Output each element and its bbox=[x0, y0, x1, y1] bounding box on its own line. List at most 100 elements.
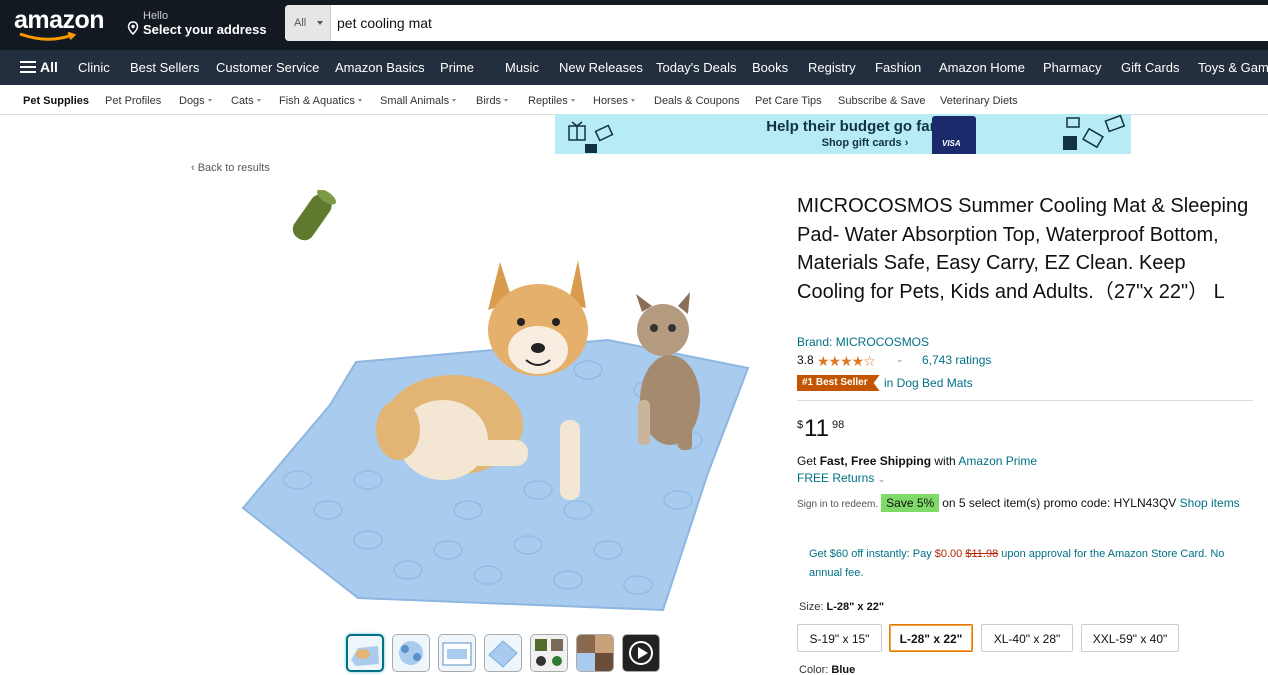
thumbnail-image bbox=[351, 646, 379, 666]
rating-value: 3.8 bbox=[797, 353, 814, 367]
promo-signin-text: Sign in to redeem. bbox=[797, 499, 879, 510]
thumbnail-6[interactable] bbox=[576, 634, 614, 672]
shipping-fast-free: Fast, Free Shipping bbox=[819, 454, 932, 468]
nav-item-prime[interactable]: Prime bbox=[440, 60, 474, 75]
top-header: amazon Hello Select your address All bbox=[0, 0, 1268, 50]
location-pin-icon bbox=[127, 21, 139, 35]
thumbnail-4[interactable] bbox=[484, 634, 522, 672]
thumbnail-2[interactable] bbox=[392, 634, 430, 672]
size-option-xl[interactable]: XL-40" x 28" bbox=[981, 624, 1073, 652]
divider bbox=[797, 400, 1253, 401]
nav-item-customer-service[interactable]: Customer Service bbox=[216, 60, 319, 75]
category-subnav: Pet Supplies Pet Profiles Dogs Cats Fish… bbox=[0, 85, 1268, 115]
nav-item-amazon-home[interactable]: Amazon Home bbox=[939, 60, 1025, 75]
chevron-down-icon[interactable]: ⌄ bbox=[896, 354, 904, 365]
subnav-pet-profiles[interactable]: Pet Profiles bbox=[105, 95, 161, 107]
size-label: Size: L-28" x 22" bbox=[799, 601, 884, 613]
thumbnail-1[interactable] bbox=[346, 634, 384, 672]
subnav-fish-label: Fish & Aquatics bbox=[279, 95, 355, 107]
video-thumbnail[interactable] bbox=[622, 634, 660, 672]
thumbnail-image bbox=[442, 642, 472, 666]
location-address: Select your address bbox=[143, 22, 267, 37]
color-label: Color: Blue bbox=[799, 664, 855, 675]
subnav-cats[interactable]: Cats bbox=[231, 95, 261, 107]
visa-gift-card-image: VISA bbox=[932, 116, 976, 154]
back-to-results-link[interactable]: ‹ Back to results bbox=[191, 162, 270, 174]
product-main-image[interactable] bbox=[238, 190, 768, 620]
subnav-birds[interactable]: Birds bbox=[476, 95, 509, 107]
nav-item-fashion[interactable]: Fashion bbox=[875, 60, 921, 75]
nav-item-pharmacy[interactable]: Pharmacy bbox=[1043, 60, 1102, 75]
subnav-reptiles[interactable]: Reptiles bbox=[528, 95, 575, 107]
promo-offer: Sign in to redeem. Save 5% on 5 select ite… bbox=[797, 494, 1247, 514]
subnav-dogs[interactable]: Dogs bbox=[179, 95, 212, 107]
subnav-horses[interactable]: Horses bbox=[593, 95, 635, 107]
dropdown-caret-icon bbox=[630, 99, 635, 102]
dropdown-caret-icon bbox=[357, 99, 362, 102]
free-returns-link[interactable]: FREE Returns ⌄ bbox=[797, 471, 885, 485]
nav-item-new-releases[interactable]: New Releases bbox=[559, 60, 643, 75]
banner-cta[interactable]: Shop gift cards › bbox=[555, 137, 1131, 149]
subnav-birds-label: Birds bbox=[476, 95, 502, 107]
subnav-pet-supplies[interactable]: Pet Supplies bbox=[23, 95, 89, 107]
subnav-fish-aquatics[interactable]: Fish & Aquatics bbox=[279, 95, 362, 107]
subnav-small-animals-label: Small Animals bbox=[380, 95, 450, 107]
nav-item-amazon-basics[interactable]: Amazon Basics bbox=[335, 60, 425, 75]
subnav-dogs-label: Dogs bbox=[179, 95, 205, 107]
store-offer-prefix: Get $60 off instantly: Pay bbox=[809, 548, 935, 560]
subnav-pet-care-tips[interactable]: Pet Care Tips bbox=[755, 95, 822, 107]
nav-item-clinic[interactable]: Clinic bbox=[78, 60, 110, 75]
subnav-small-animals[interactable]: Small Animals bbox=[380, 95, 457, 107]
search-input[interactable] bbox=[337, 5, 1237, 41]
size-option-l[interactable]: L-28" x 22" bbox=[889, 624, 973, 652]
color-label-prefix: Color: bbox=[799, 664, 832, 675]
subnav-deals-coupons[interactable]: Deals & Coupons bbox=[654, 95, 740, 107]
nav-item-music[interactable]: Music bbox=[505, 60, 539, 75]
thumbnail-3[interactable] bbox=[438, 634, 476, 672]
price-symbol: $ bbox=[797, 419, 804, 431]
thumbnail-image bbox=[399, 641, 423, 665]
subnav-subscribe-save[interactable]: Subscribe & Save bbox=[838, 95, 925, 107]
all-menu-button[interactable]: All bbox=[20, 59, 58, 75]
thumbnail-image bbox=[577, 635, 613, 671]
shipping-prefix: Get bbox=[797, 454, 820, 468]
amazon-smile-icon bbox=[19, 32, 77, 41]
nav-item-best-sellers[interactable]: Best Sellers bbox=[130, 60, 199, 75]
hamburger-menu-icon bbox=[20, 61, 36, 73]
dropdown-caret-icon bbox=[256, 99, 261, 102]
gift-box-icon bbox=[1063, 114, 1126, 150]
ratings-count-link[interactable]: 6,743 ratings bbox=[922, 353, 991, 367]
nav-item-books[interactable]: Books bbox=[752, 60, 788, 75]
amazon-logo[interactable]: amazon bbox=[14, 6, 105, 35]
dropdown-caret-icon bbox=[452, 99, 457, 102]
store-offer-price: $0.00 bbox=[934, 548, 963, 560]
subnav-veterinary-diets[interactable]: Veterinary Diets bbox=[940, 95, 1018, 107]
shop-items-link[interactable]: Shop items bbox=[1180, 496, 1240, 510]
price-whole: 11 bbox=[804, 415, 829, 442]
nav-item-registry[interactable]: Registry bbox=[808, 60, 856, 75]
gift-card-banner[interactable]: Help their budget go farther Shop gift c… bbox=[555, 114, 1131, 154]
size-option-s[interactable]: S-19" x 15" bbox=[797, 624, 882, 652]
play-video-icon bbox=[629, 641, 653, 665]
nav-item-toys-games[interactable]: Toys & Games bbox=[1198, 60, 1268, 75]
nav-item-gift-cards[interactable]: Gift Cards bbox=[1121, 60, 1180, 75]
brand-link[interactable]: Brand: MICROCOSMOS bbox=[797, 335, 929, 349]
dropdown-caret-icon bbox=[207, 99, 212, 102]
thumbnail-image bbox=[488, 640, 518, 668]
best-seller-category-link[interactable]: in Dog Bed Mats bbox=[884, 376, 973, 390]
promo-code-text: on 5 select item(s) promo code: HYLN43QV bbox=[942, 496, 1177, 510]
shipping-with: with bbox=[931, 454, 959, 468]
thumbnail-5[interactable] bbox=[530, 634, 568, 672]
star-rating-icon[interactable]: ★★★★☆ bbox=[817, 353, 876, 370]
size-label-prefix: Size: bbox=[799, 601, 827, 613]
store-card-offer[interactable]: Get $60 off instantly: Pay $0.00 $11.98 … bbox=[809, 545, 1249, 583]
location-hello: Hello bbox=[143, 10, 169, 22]
subnav-horses-label: Horses bbox=[593, 95, 628, 107]
dropdown-caret-icon bbox=[570, 99, 575, 102]
search-category-dropdown[interactable]: All bbox=[285, 5, 331, 41]
size-option-xxl[interactable]: XXL-59" x 40" bbox=[1081, 624, 1179, 652]
search-bar: All bbox=[285, 5, 1268, 41]
banner-headline: Help their budget go farther bbox=[766, 118, 964, 135]
amazon-prime-link[interactable]: Amazon Prime bbox=[958, 454, 1037, 468]
nav-item-todays-deals[interactable]: Today's Deals bbox=[656, 60, 737, 75]
